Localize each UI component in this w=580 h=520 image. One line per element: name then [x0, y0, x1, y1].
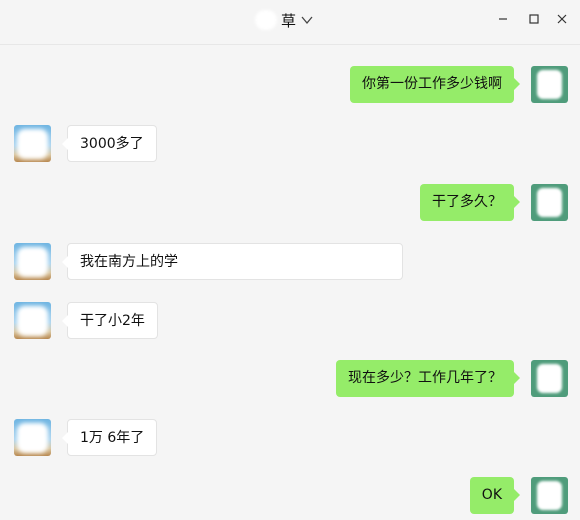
message-bubble-other[interactable]: 我在南方上的学	[62, 243, 403, 280]
maximize-button[interactable]	[523, 8, 545, 30]
message-bubble-other[interactable]: 1万 6年了	[61, 419, 158, 456]
message-bubble-other[interactable]: 3000多了	[62, 125, 157, 162]
contact-avatar[interactable]	[14, 302, 51, 339]
message-bubble-self[interactable]: 干了多久？	[420, 184, 520, 221]
self-avatar[interactable]	[531, 360, 568, 397]
chat-title-text: 草	[281, 11, 297, 30]
message-bubble-other[interactable]: 干了小2年	[62, 302, 158, 339]
message-bubble-self[interactable]: 现在多少？工作几年了？	[336, 360, 520, 397]
title-bar: 草	[0, 0, 580, 45]
chevron-down-icon[interactable]	[300, 13, 314, 27]
close-icon	[557, 14, 567, 24]
contact-avatar[interactable]	[14, 125, 51, 162]
chat-title[interactable]: 草	[255, 9, 314, 31]
maximize-icon	[529, 14, 539, 24]
self-avatar[interactable]	[531, 477, 568, 514]
contact-avatar[interactable]	[14, 243, 51, 280]
contact-avatar[interactable]	[14, 419, 51, 456]
minimize-icon	[499, 18, 507, 20]
message-bubble-self[interactable]: OK	[469, 477, 521, 514]
close-button[interactable]	[551, 8, 573, 30]
message-bubble-self[interactable]: 你第一份工作多少钱啊	[350, 66, 520, 103]
title-avatar-blur	[255, 10, 277, 30]
self-avatar[interactable]	[531, 184, 568, 221]
minimize-button[interactable]	[492, 8, 514, 30]
self-avatar[interactable]	[531, 66, 568, 103]
